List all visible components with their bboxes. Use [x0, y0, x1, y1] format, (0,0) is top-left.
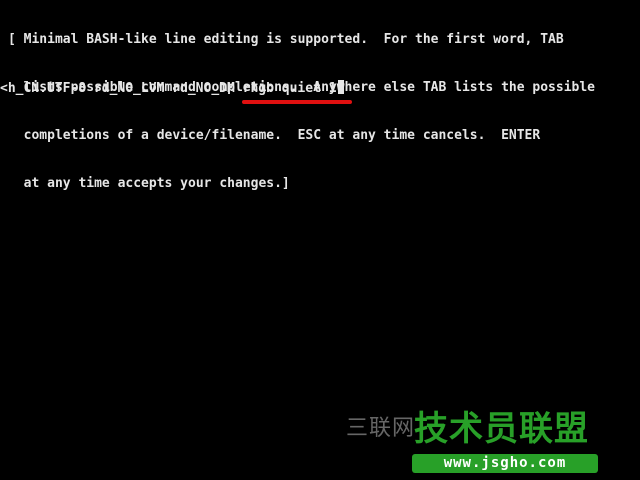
- grub-edit-console[interactable]: [ Minimal BASH-like line editing is supp…: [0, 0, 640, 480]
- line-editing-help-text: [ Minimal BASH-like line editing is supp…: [8, 0, 636, 224]
- watermark-prefix: 三联网: [346, 416, 416, 441]
- watermark-url: www.jsgho.com: [412, 454, 598, 473]
- help-line-4: at any time accepts your changes.]: [8, 176, 290, 191]
- watermark-logo-text: 技术员联盟: [414, 409, 589, 449]
- red-highlight-underline: [242, 100, 352, 104]
- help-line-3: completions of a device/filename. ESC at…: [8, 128, 541, 143]
- kernel-command-line-text: <h_CN.UTF-8 rd_NO_LVM rd_NO_DM rhgb quie…: [0, 81, 337, 96]
- text-cursor: [337, 80, 344, 94]
- help-line-1: [ Minimal BASH-like line editing is supp…: [8, 32, 564, 47]
- site-watermark: 三联网 技术员联盟 www.jsgho.com: [344, 410, 604, 476]
- kernel-command-line-input[interactable]: <h_CN.UTF-8 rd_NO_LVM rd_NO_DM rhgb quie…: [0, 80, 344, 96]
